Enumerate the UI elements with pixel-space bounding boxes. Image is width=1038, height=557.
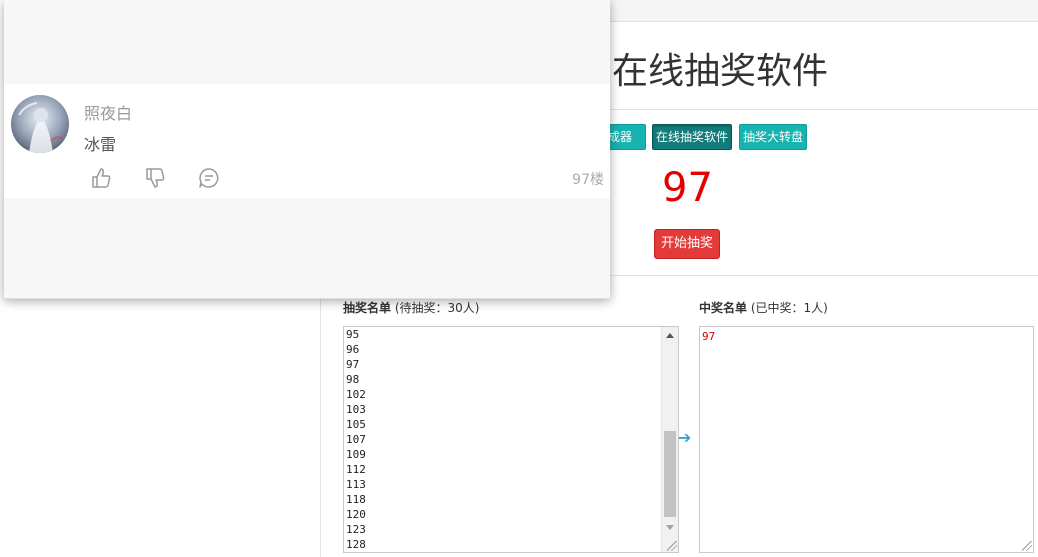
winner-list-textarea[interactable]: 97 [699,326,1034,553]
winner-list-label: 中奖名单 (已中奖：1人) [699,299,828,316]
pending-list-item: 98 [346,373,360,386]
pending-list-item: 118 [346,493,366,506]
transfer-arrow-icon: ➔ [678,428,692,447]
avatar[interactable] [11,95,69,153]
comment-text: 冰雷 [84,135,117,154]
pending-list-item: 96 [346,343,360,356]
winner-count: (已中奖：1人) [750,301,828,315]
pending-list-textarea[interactable]: 95 96 97 98 102 103 105 107 109 112 113 118 120 123 12… [343,326,679,553]
pending-list-title: 抽奖名单 [343,301,392,315]
pending-list-item: 97 [346,358,360,371]
resize-grip-icon[interactable] [1022,541,1032,551]
pending-list-item: 128 [346,538,366,551]
scroll-thumb[interactable] [664,431,676,517]
floor-number: 97楼 [572,172,604,188]
pending-list-item: 95 [346,328,360,341]
start-lottery-button[interactable]: 开始抽奖 [654,229,720,259]
pending-list-item: 109 [346,448,366,461]
pending-list-item: 102 [346,388,366,401]
pending-list-item: 113 [346,478,366,491]
tab-online-lottery[interactable]: 在线抽奖软件 [652,124,732,150]
winner-item: 97 [702,330,716,343]
dislike-icon[interactable] [143,166,167,190]
comment-popup: 照夜白 冰雷 97楼 [4,0,610,299]
pending-list-item: 123 [346,523,366,536]
pending-list-item: 103 [346,403,366,416]
tab-lucky-wheel[interactable]: 抽奖大转盘 [739,124,807,150]
pending-list-item: 120 [346,508,366,521]
pending-count: (待抽奖：30人) [394,301,480,315]
comment-item: 照夜白 冰雷 97楼 [4,84,610,198]
scroll-up-icon[interactable] [666,333,674,338]
pending-list-item: 105 [346,418,366,431]
pending-list-label: 抽奖名单 (待抽奖：30人) [343,299,479,316]
like-icon[interactable] [89,166,113,190]
scroll-down-icon[interactable] [666,525,674,530]
resize-grip-icon[interactable] [667,541,677,551]
reply-icon[interactable] [197,166,221,190]
pending-list-scrollbar[interactable] [661,327,678,552]
page-title: 在线抽奖软件 [612,51,829,92]
winner-list-title: 中奖名单 [699,301,748,315]
comment-username[interactable]: 照夜白 [84,100,132,124]
lottery-result-number: 97 [662,165,713,211]
pending-list-item: 107 [346,433,366,446]
pending-list: 95 96 97 98 102 103 105 107 109 112 113 118 120 123 12… [346,327,366,552]
pending-list-item: 112 [346,463,366,476]
